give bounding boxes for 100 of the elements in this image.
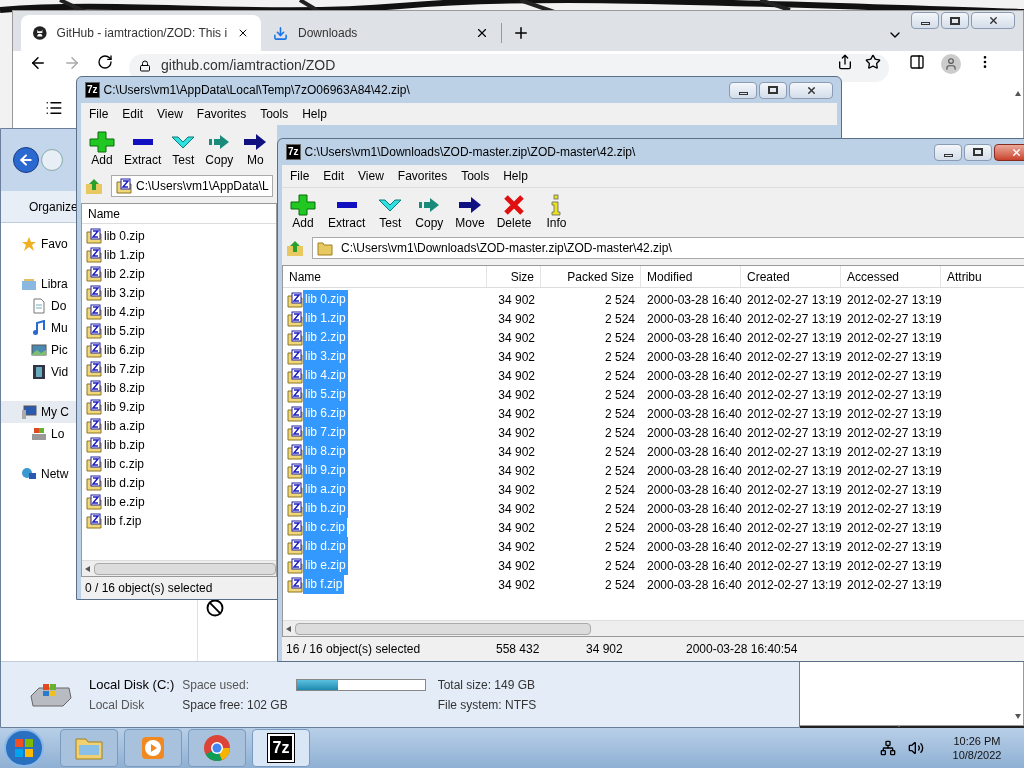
back-icon[interactable] [29,54,47,72]
menu-item[interactable]: Favorites [196,105,247,123]
profile-avatar[interactable] [941,54,961,74]
speaker-icon[interactable] [908,740,924,756]
clock-date[interactable]: 10/8/2022 [952,748,1002,762]
star-icon[interactable] [865,54,881,70]
menu-item[interactable]: View [157,105,183,123]
side-panel-icon[interactable] [909,54,925,70]
column-header[interactable]: Modified [641,266,741,287]
file-row[interactable]: lib a.zip 34 902 2 524 2000-03-28 16:40 2012-02-27 13:19 2012-02-27 13:19 [283,480,1024,499]
new-tab-icon[interactable] [512,24,530,42]
column-header[interactable]: Accessed [841,266,941,287]
column-header[interactable]: Attribu [941,266,1024,287]
start-button[interactable] [4,729,44,767]
maximize-button[interactable] [941,12,969,29]
file-row[interactable]: lib e.zip 34 902 2 524 2000-03-28 16:40 2012-02-27 13:19 2012-02-27 13:19 [283,556,1024,575]
file-name[interactable]: lib 3.zip [104,283,145,302]
nav-item[interactable]: Lo [1,423,76,445]
file-name[interactable]: lib a.zip [104,416,145,435]
left-arrow-icon[interactable] [286,625,291,632]
toolbar-button[interactable]: Test [170,131,197,167]
toolbar-button[interactable]: Delete [496,193,532,230]
column-header[interactable]: Name [82,204,276,224]
file-row[interactable]: lib 6.zip 34 902 2 524 2000-03-28 16:40 2012-02-27 13:19 2012-02-27 13:19 [283,404,1024,423]
toolbar-button[interactable]: Info [543,193,570,230]
file-name[interactable]: lib 5.zip [104,321,145,340]
clock-time[interactable]: 10:26 PM [953,734,1001,748]
nav-item[interactable]: Favo [1,233,76,255]
reload-icon[interactable] [97,54,113,70]
file-name[interactable]: lib 0.zip [104,226,145,245]
toolbar-button[interactable]: Add [290,193,316,230]
minimize-button[interactable] [729,81,757,99]
down-arrow-icon[interactable] [1015,714,1021,719]
close-tab-icon[interactable] [475,26,489,40]
taskbar-button[interactable] [124,729,182,767]
file-row[interactable]: lib 7.zip 34 902 2 524 2000-03-28 16:40 2012-02-27 13:19 2012-02-27 13:19 [283,423,1024,442]
close-button[interactable] [994,143,1024,161]
share-icon[interactable] [837,54,853,70]
nav-item[interactable]: Libra [1,273,76,295]
up-arrow-icon[interactable] [1015,91,1021,96]
minimize-button[interactable] [911,12,939,29]
horizontal-scrollbar[interactable] [283,620,1024,636]
file-row[interactable]: lib 9.zip 34 902 2 524 2000-03-28 16:40 2012-02-27 13:19 2012-02-27 13:19 [283,461,1024,480]
file-row[interactable]: lib 2.zip 34 902 2 524 2000-03-28 16:40 2012-02-27 13:19 2012-02-27 13:19 [283,328,1024,347]
toolbar-button[interactable]: Extract [124,131,162,167]
left-arrow-icon[interactable] [85,565,90,572]
menu-item[interactable]: Tools [260,105,289,123]
browser-tab[interactable]: Downloads [261,15,501,51]
file-row[interactable]: lib 5.zip 34 902 2 524 2000-03-28 16:40 2012-02-27 13:19 2012-02-27 13:19 [283,385,1024,404]
file-name[interactable]: lib d.zip [104,473,145,492]
toolbar-button[interactable]: Extract [328,193,366,230]
back-button[interactable] [13,147,39,173]
file-row[interactable]: lib 3.zip 34 902 2 524 2000-03-28 16:40 2012-02-27 13:19 2012-02-27 13:19 [283,347,1024,366]
nav-item[interactable]: Mu [1,317,76,339]
toolbar-button[interactable]: Mo [242,131,269,167]
close-button[interactable] [789,81,833,99]
folder-up-icon[interactable] [286,239,304,257]
toolbar-button[interactable]: Move [455,193,485,230]
toolbar-button[interactable]: Copy [205,131,234,167]
nav-item[interactable]: Netw [1,463,76,485]
file-row[interactable]: lib 0.zip 34 902 2 524 2000-03-28 16:40 2012-02-27 13:19 2012-02-27 13:19 [283,290,1024,309]
menu-item[interactable]: Favorites [397,167,448,185]
network-icon[interactable] [880,740,896,756]
file-name[interactable]: lib 9.zip [104,397,145,416]
file-name[interactable]: lib b.zip [104,435,145,454]
nav-item[interactable]: Pic [1,339,76,361]
file-name[interactable]: lib 4.zip [104,302,145,321]
file-name[interactable]: lib 2.zip [104,264,145,283]
toolbar-button[interactable]: Test [377,193,404,230]
menu-item[interactable]: View [358,167,384,185]
file-row[interactable]: lib d.zip 34 902 2 524 2000-03-28 16:40 2012-02-27 13:19 2012-02-27 13:19 [283,537,1024,556]
maximize-button[interactable] [964,143,992,161]
column-header[interactable]: Created [741,266,841,287]
column-header[interactable]: Packed Size [541,266,641,287]
menu-item[interactable]: Help [302,105,327,123]
maximize-button[interactable] [759,81,787,99]
file-row[interactable]: lib 4.zip 34 902 2 524 2000-03-28 16:40 2012-02-27 13:19 2012-02-27 13:19 [283,366,1024,385]
toolbar-button[interactable]: Copy [415,193,444,230]
folder-up-icon[interactable] [85,177,103,195]
file-name[interactable]: lib 6.zip [104,340,145,359]
column-header[interactable]: Size [487,266,541,287]
menu-item[interactable]: Help [503,167,528,185]
column-header[interactable]: Name [283,266,487,287]
file-name[interactable]: lib 7.zip [104,359,145,378]
taskbar-button[interactable]: 7z [252,729,310,767]
taskbar-button[interactable] [188,729,246,767]
nav-item[interactable]: My C [1,401,76,423]
file-row[interactable]: lib b.zip 34 902 2 524 2000-03-28 16:40 2012-02-27 13:19 2012-02-27 13:19 [283,499,1024,518]
nav-item[interactable]: Vid [1,361,76,383]
browser-tab[interactable]: GitHub - iamtraction/ZOD: This i [21,15,261,51]
file-name[interactable]: lib 8.zip [104,378,145,397]
menu-item[interactable]: File [290,167,310,185]
file-name[interactable]: lib f.zip [104,511,142,530]
nav-item[interactable]: Do [1,295,76,317]
file-name[interactable]: lib e.zip [104,492,145,511]
address-field[interactable]: C:\Users\vm1\AppData\L [111,175,273,197]
menu-item[interactable]: Edit [122,105,144,123]
file-name[interactable]: lib c.zip [104,454,144,473]
file-row[interactable]: lib 8.zip 34 902 2 524 2000-03-28 16:40 2012-02-27 13:19 2012-02-27 13:19 [283,442,1024,461]
menu-item[interactable]: Tools [461,167,490,185]
